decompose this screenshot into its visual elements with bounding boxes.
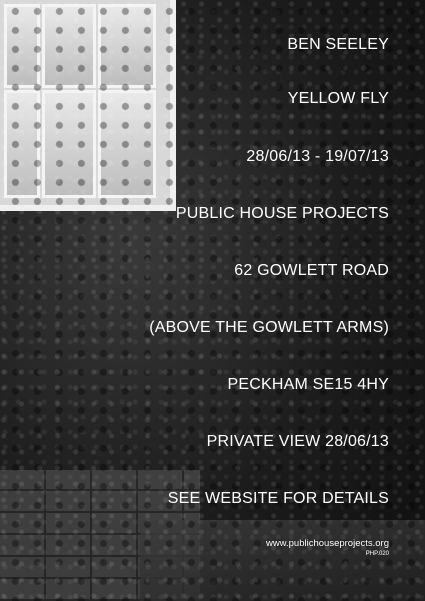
website-link[interactable]: www.publichouseprojects.org	[266, 538, 389, 549]
details-note: SEE WEBSITE FOR DETAILS	[167, 490, 389, 507]
venue-note: (ABOVE THE GOWLETT ARMS)	[149, 319, 389, 336]
venue-address: 62 GOWLETT ROAD	[234, 262, 389, 279]
venue-name: PUBLIC HOUSE PROJECTS	[175, 205, 389, 222]
exhibition-dates: 28/06/13 - 19/07/13	[246, 148, 389, 165]
artist-name: BEN SEELEY	[287, 36, 389, 53]
exhibition-title: YELLOW FLY	[287, 90, 389, 107]
poster-code: PHP.020	[365, 551, 389, 557]
private-view: PRIVATE VIEW 28/06/13	[206, 433, 389, 450]
poster: BEN SEELEY YELLOW FLY 28/06/13 - 19/07/1…	[0, 0, 425, 601]
poster-text: BEN SEELEY YELLOW FLY 28/06/13 - 19/07/1…	[0, 0, 425, 601]
venue-postcode: PECKHAM SE15 4HY	[227, 376, 389, 393]
